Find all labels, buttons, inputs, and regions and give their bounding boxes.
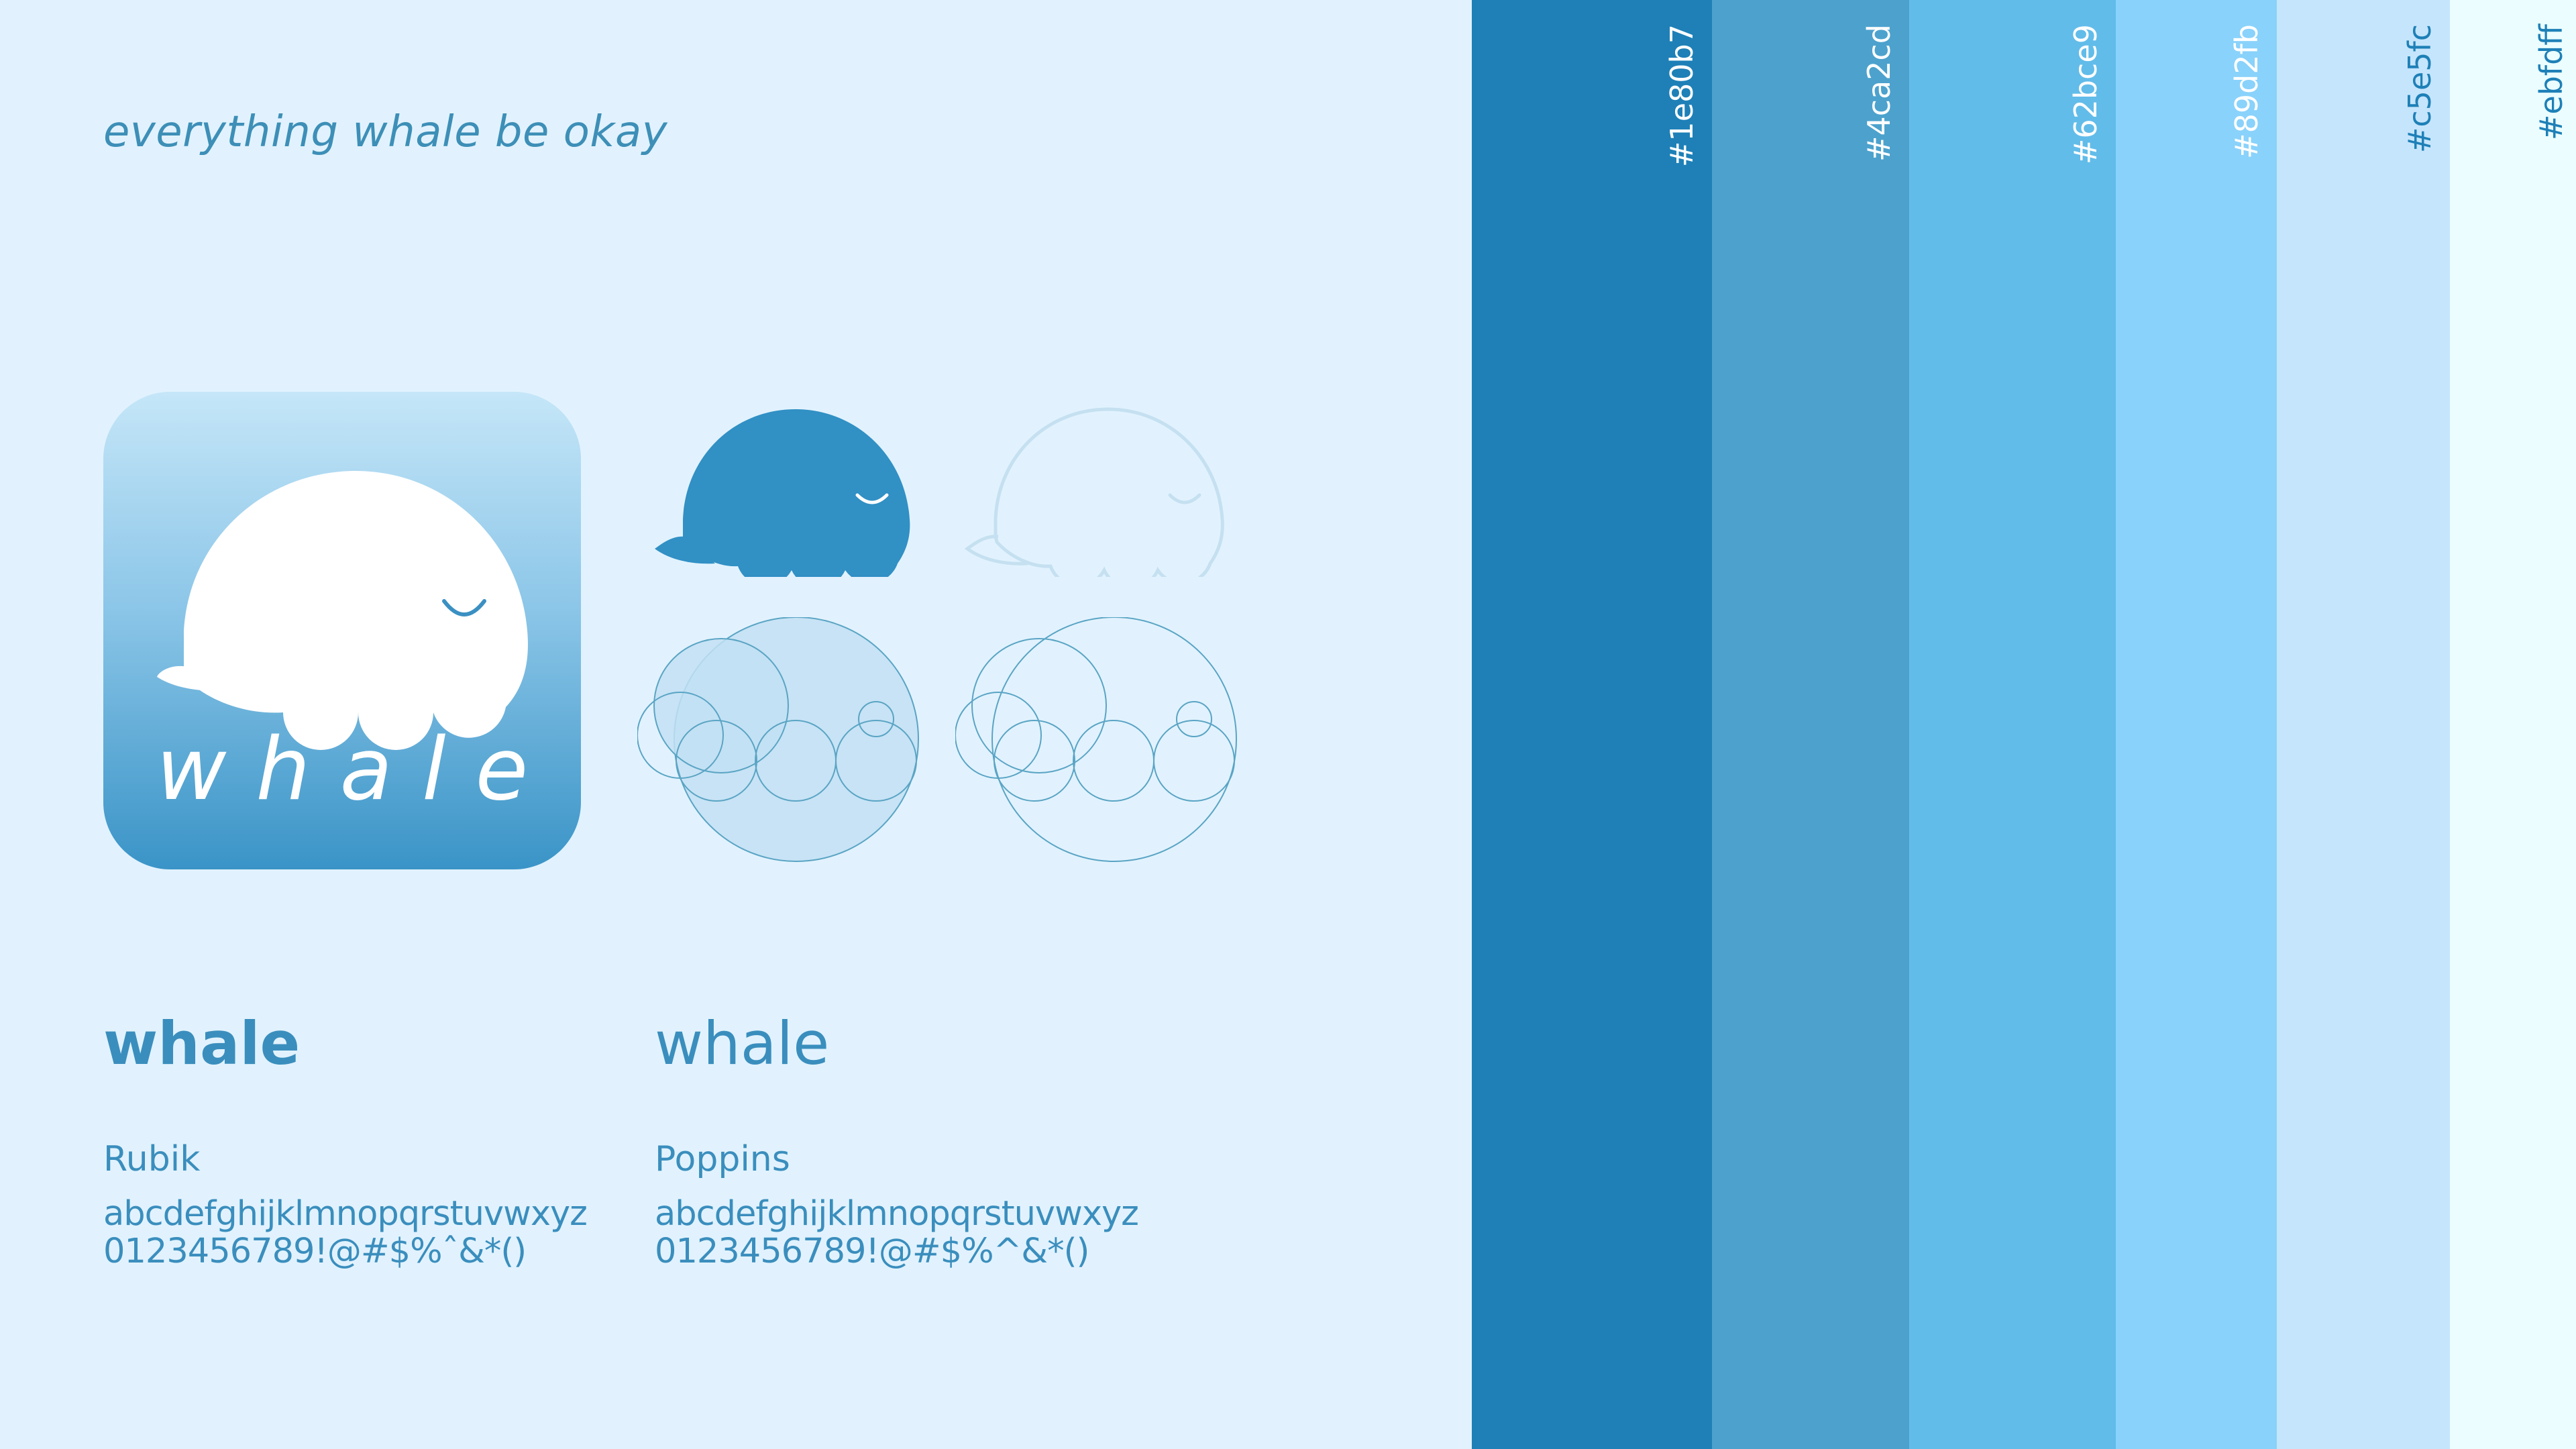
swatch-c5e5fc: #c5e5fc [2277,0,2450,1449]
whale-construction-outline-icon [955,617,1237,862]
secondary-font-lowercase: abcdefghijklmnopqrstuvwxyz [655,1194,1139,1234]
swatch-89d2fb: #89d2fb [2116,0,2277,1449]
swatch-4ca2cd: #4ca2cd [1712,0,1909,1449]
whale-solid-icon [655,409,910,577]
secondary-font-symbols: 0123456789!@#$%^&*() [655,1232,1089,1271]
tagline: everything whale be okay [103,107,668,157]
primary-font-name: Rubik [103,1139,201,1179]
secondary-font-name: Poppins [655,1139,790,1179]
whale-outline-icon [964,407,1224,577]
swatch-label: #1e80b7 [1664,24,1700,168]
swatch-label: #ebfdff [2533,24,2569,141]
swatch-ebfdff: #ebfdff [2450,0,2576,1449]
swatch-62bce9: #62bce9 [1909,0,2116,1449]
app-icon-wordmark: whale [156,720,558,820]
primary-font-lowercase: abcdefghijklmnopqrstuvwxyz [103,1194,588,1234]
primary-font-sample: whale [103,1009,301,1078]
secondary-font-sample: whale [655,1009,830,1078]
swatch-1e80b7: #1e80b7 [1472,0,1712,1449]
swatch-label: #62bce9 [2068,24,2104,165]
swatch-label: #89d2fb [2229,24,2265,159]
swatch-label: #4ca2cd [1861,24,1897,162]
whale-construction-filled-icon [637,617,919,862]
whale-app-icon: whale [103,392,581,869]
primary-font-symbols: 0123456789!@#$%ˆ&*() [103,1232,527,1271]
swatch-label: #c5e5fc [2402,24,2438,154]
